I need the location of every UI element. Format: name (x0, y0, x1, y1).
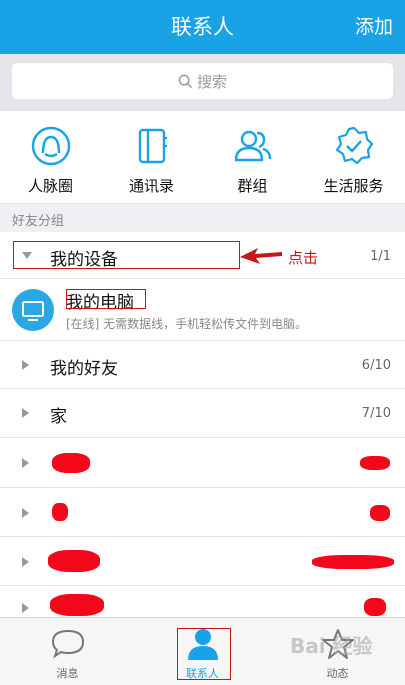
group-count: 7/10 (361, 406, 391, 421)
page-title: 联系人 (171, 15, 234, 39)
badge-check-icon (335, 126, 374, 165)
redaction-mark (370, 505, 390, 521)
title-bar: 联系人 添加 (0, 0, 405, 54)
shortcut-life-services[interactable]: 生活服务 (303, 111, 404, 204)
tab-label: 消息 (56, 667, 79, 680)
redaction-mark (48, 550, 100, 572)
avatar (12, 289, 54, 331)
shortcut-label: 人脉圈 (27, 177, 73, 195)
friends-group-header: 好友分组 (0, 204, 405, 232)
address-book-icon (138, 128, 167, 164)
annotation-text: 点击 (288, 249, 319, 267)
group-row-family[interactable]: 家 7/10 (0, 389, 405, 438)
tab-messages[interactable]: 消息 (0, 618, 135, 685)
group-name: 家 (50, 407, 67, 427)
search-icon (178, 74, 193, 88)
redaction-mark (52, 503, 68, 521)
shortcut-bar: 人脉圈 通讯录 群组 生活服务 (0, 111, 405, 204)
annotation-box-contacts-tab (177, 628, 231, 680)
chat-bubble-icon (51, 629, 85, 659)
tab-label: 动态 (326, 667, 349, 680)
chevron-right-icon (22, 557, 29, 567)
add-button[interactable]: 添加 (355, 0, 393, 54)
redaction-mark (50, 594, 104, 616)
contact-status: [在线] 无需数据线，手机轻松传文件到电脑。 (66, 317, 308, 331)
shortcut-label: 生活服务 (323, 177, 384, 195)
annotation-box-my-computer (66, 289, 146, 309)
redaction-mark (312, 555, 394, 569)
redaction-mark (360, 456, 390, 470)
shortcut-label: 群组 (237, 177, 268, 195)
search-input[interactable]: 搜索 (12, 63, 393, 99)
search-placeholder: 搜索 (196, 72, 227, 91)
contact-my-computer[interactable]: 我的电脑 [在线] 无需数据线，手机轻松传文件到电脑。 (0, 279, 405, 341)
monitor-icon (22, 301, 44, 321)
arrow-left-icon (240, 248, 282, 264)
redaction-mark (52, 453, 90, 473)
group-row-my-friends[interactable]: 我的好友 6/10 (0, 341, 405, 389)
annotation-box-my-devices (13, 241, 240, 269)
group-count: 6/10 (361, 358, 391, 373)
face-circle-icon (31, 126, 71, 166)
group-name: 我的好友 (50, 359, 118, 379)
chevron-right-icon (22, 408, 29, 418)
group-count: 1/1 (370, 249, 391, 264)
chevron-right-icon (22, 508, 29, 518)
watermark: Bai 经验 (290, 634, 373, 658)
shortcut-renmaiquan[interactable]: 人脉圈 (0, 111, 101, 204)
redaction-mark (364, 598, 386, 616)
shortcut-group[interactable]: 群组 (202, 111, 303, 204)
search-area: 搜索 (0, 54, 405, 111)
chevron-right-icon (22, 360, 29, 370)
shortcut-label: 通讯录 (128, 177, 174, 195)
section-label: 好友分组 (12, 214, 65, 229)
shortcut-addressbook[interactable]: 通讯录 (101, 111, 202, 204)
chevron-right-icon (22, 458, 29, 468)
group-icon (234, 130, 272, 162)
chevron-right-icon (22, 603, 29, 613)
